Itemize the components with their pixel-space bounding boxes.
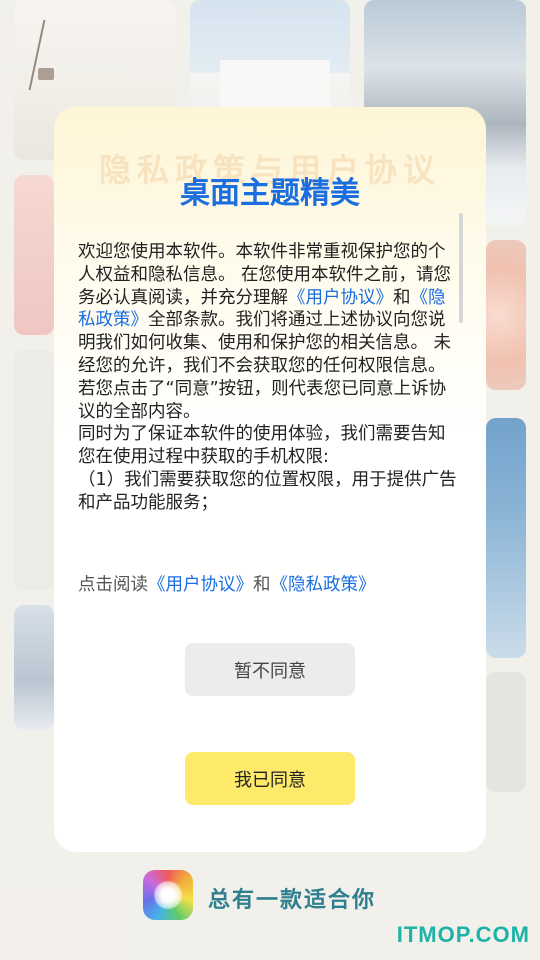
read-prefix: 点击阅读 bbox=[78, 575, 148, 595]
dialog-title: 桌面主题精美 bbox=[180, 176, 360, 211]
dialog-scrollbar[interactable] bbox=[459, 213, 463, 323]
site-watermark: ITMOP.COM bbox=[396, 922, 530, 947]
agree-button[interactable]: 我已同意 bbox=[185, 752, 355, 805]
read-and: 和 bbox=[253, 575, 271, 595]
read-privacy-policy-link[interactable]: 《隐私政策》 bbox=[271, 575, 376, 595]
brand-bar: 总有一款适合你 ITMOP.COM bbox=[0, 862, 540, 960]
read-agreements-line: 点击阅读《用户协议》和《隐私政策》 bbox=[78, 571, 458, 596]
body-paragraph-3: （1）我们需要获取您的位置权限，用于提供广告和产品功能服务； bbox=[78, 469, 457, 513]
read-user-agreement-link[interactable]: 《用户协议》 bbox=[148, 575, 253, 595]
user-agreement-link[interactable]: 《用户协议》 bbox=[288, 288, 393, 308]
body-paragraph-2: 同时为了保证本软件的使用体验，我们需要告知您在使用过程中获取的手机权限: bbox=[78, 424, 446, 468]
body-and: 和 bbox=[393, 287, 411, 308]
privacy-dialog: 隐私政策与用户协议 桌面主题精美 欢迎您使用本软件。本软件非常重视保护您的个人权… bbox=[54, 107, 486, 852]
decline-button[interactable]: 暂不同意 bbox=[185, 643, 355, 696]
app-logo-icon bbox=[143, 870, 193, 920]
brand-slogan: 总有一款适合你 bbox=[208, 888, 377, 913]
dialog-body-text: 欢迎您使用本软件。本软件非常重视保护您的个人权益和隐私信息。 在您使用本软件之前… bbox=[78, 241, 458, 515]
flower-icon bbox=[153, 880, 183, 910]
